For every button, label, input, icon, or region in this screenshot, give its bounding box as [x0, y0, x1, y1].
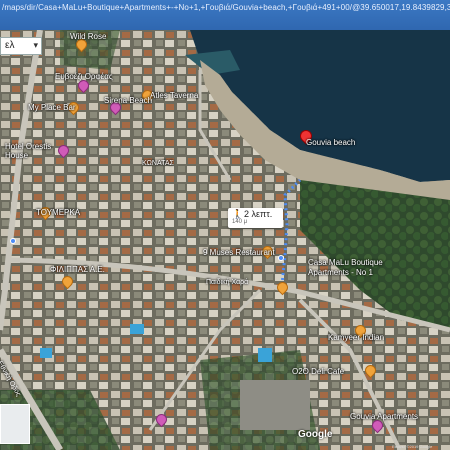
route-distance: 140 μ — [232, 219, 248, 225]
place-label[interactable]: Gouvia Apartments — [350, 412, 418, 421]
place-label[interactable]: Gouvia beach — [306, 138, 355, 147]
chevron-down-icon: ▾ — [33, 40, 38, 50]
language-select[interactable]: ελ ▾ — [0, 37, 42, 55]
place-label[interactable]: Kamyeer Indian — [328, 333, 384, 342]
place-label[interactable]: Ο2Ο Deli Cafe — [292, 367, 344, 376]
route-info-box[interactable]: 🚶 2 λεπτ. 140 μ — [228, 208, 283, 228]
route-start-dot — [278, 255, 284, 261]
place-label[interactable]: 9 Muses Restaurant — [203, 248, 275, 257]
place-label[interactable]: ΚΩΝΑΤΑΣ — [142, 160, 174, 167]
place-label[interactable]: Casa MaLu Boutique Apartments - No 1 — [308, 258, 388, 278]
satellite-imagery — [0, 30, 450, 450]
place-label[interactable]: My Place Bar — [28, 103, 76, 112]
place-label[interactable]: Ευβοέζι Ορφέας — [55, 72, 113, 81]
map-attribution: Εικόνες ©2019 Google — [392, 444, 433, 449]
place-label[interactable]: Παιδική Χαρά — [206, 279, 248, 286]
place-label[interactable]: Wild Rose — [70, 32, 106, 41]
language-value: ελ — [5, 40, 15, 51]
route-time: 2 λεπτ. — [244, 209, 273, 219]
place-label[interactable]: ΤΟΥΜΕΡΚΑ — [36, 208, 80, 217]
place-label[interactable]: Hotel Orestis House — [5, 142, 65, 160]
imagery-thumbnail[interactable] — [0, 404, 30, 444]
place-label[interactable]: Atles Taverna — [150, 91, 198, 100]
address-bar[interactable]: /maps/dir/Casa+MaLu+Boutique+Apartments+… — [0, 0, 450, 30]
place-label[interactable]: Sirena Beach — [104, 96, 152, 105]
google-logo: Google — [298, 429, 333, 440]
place-label[interactable]: ΦΙΛΙΠΠΑΣ Α.Ε. — [50, 265, 105, 274]
satellite-map[interactable] — [0, 30, 450, 450]
location-dot — [10, 238, 16, 244]
